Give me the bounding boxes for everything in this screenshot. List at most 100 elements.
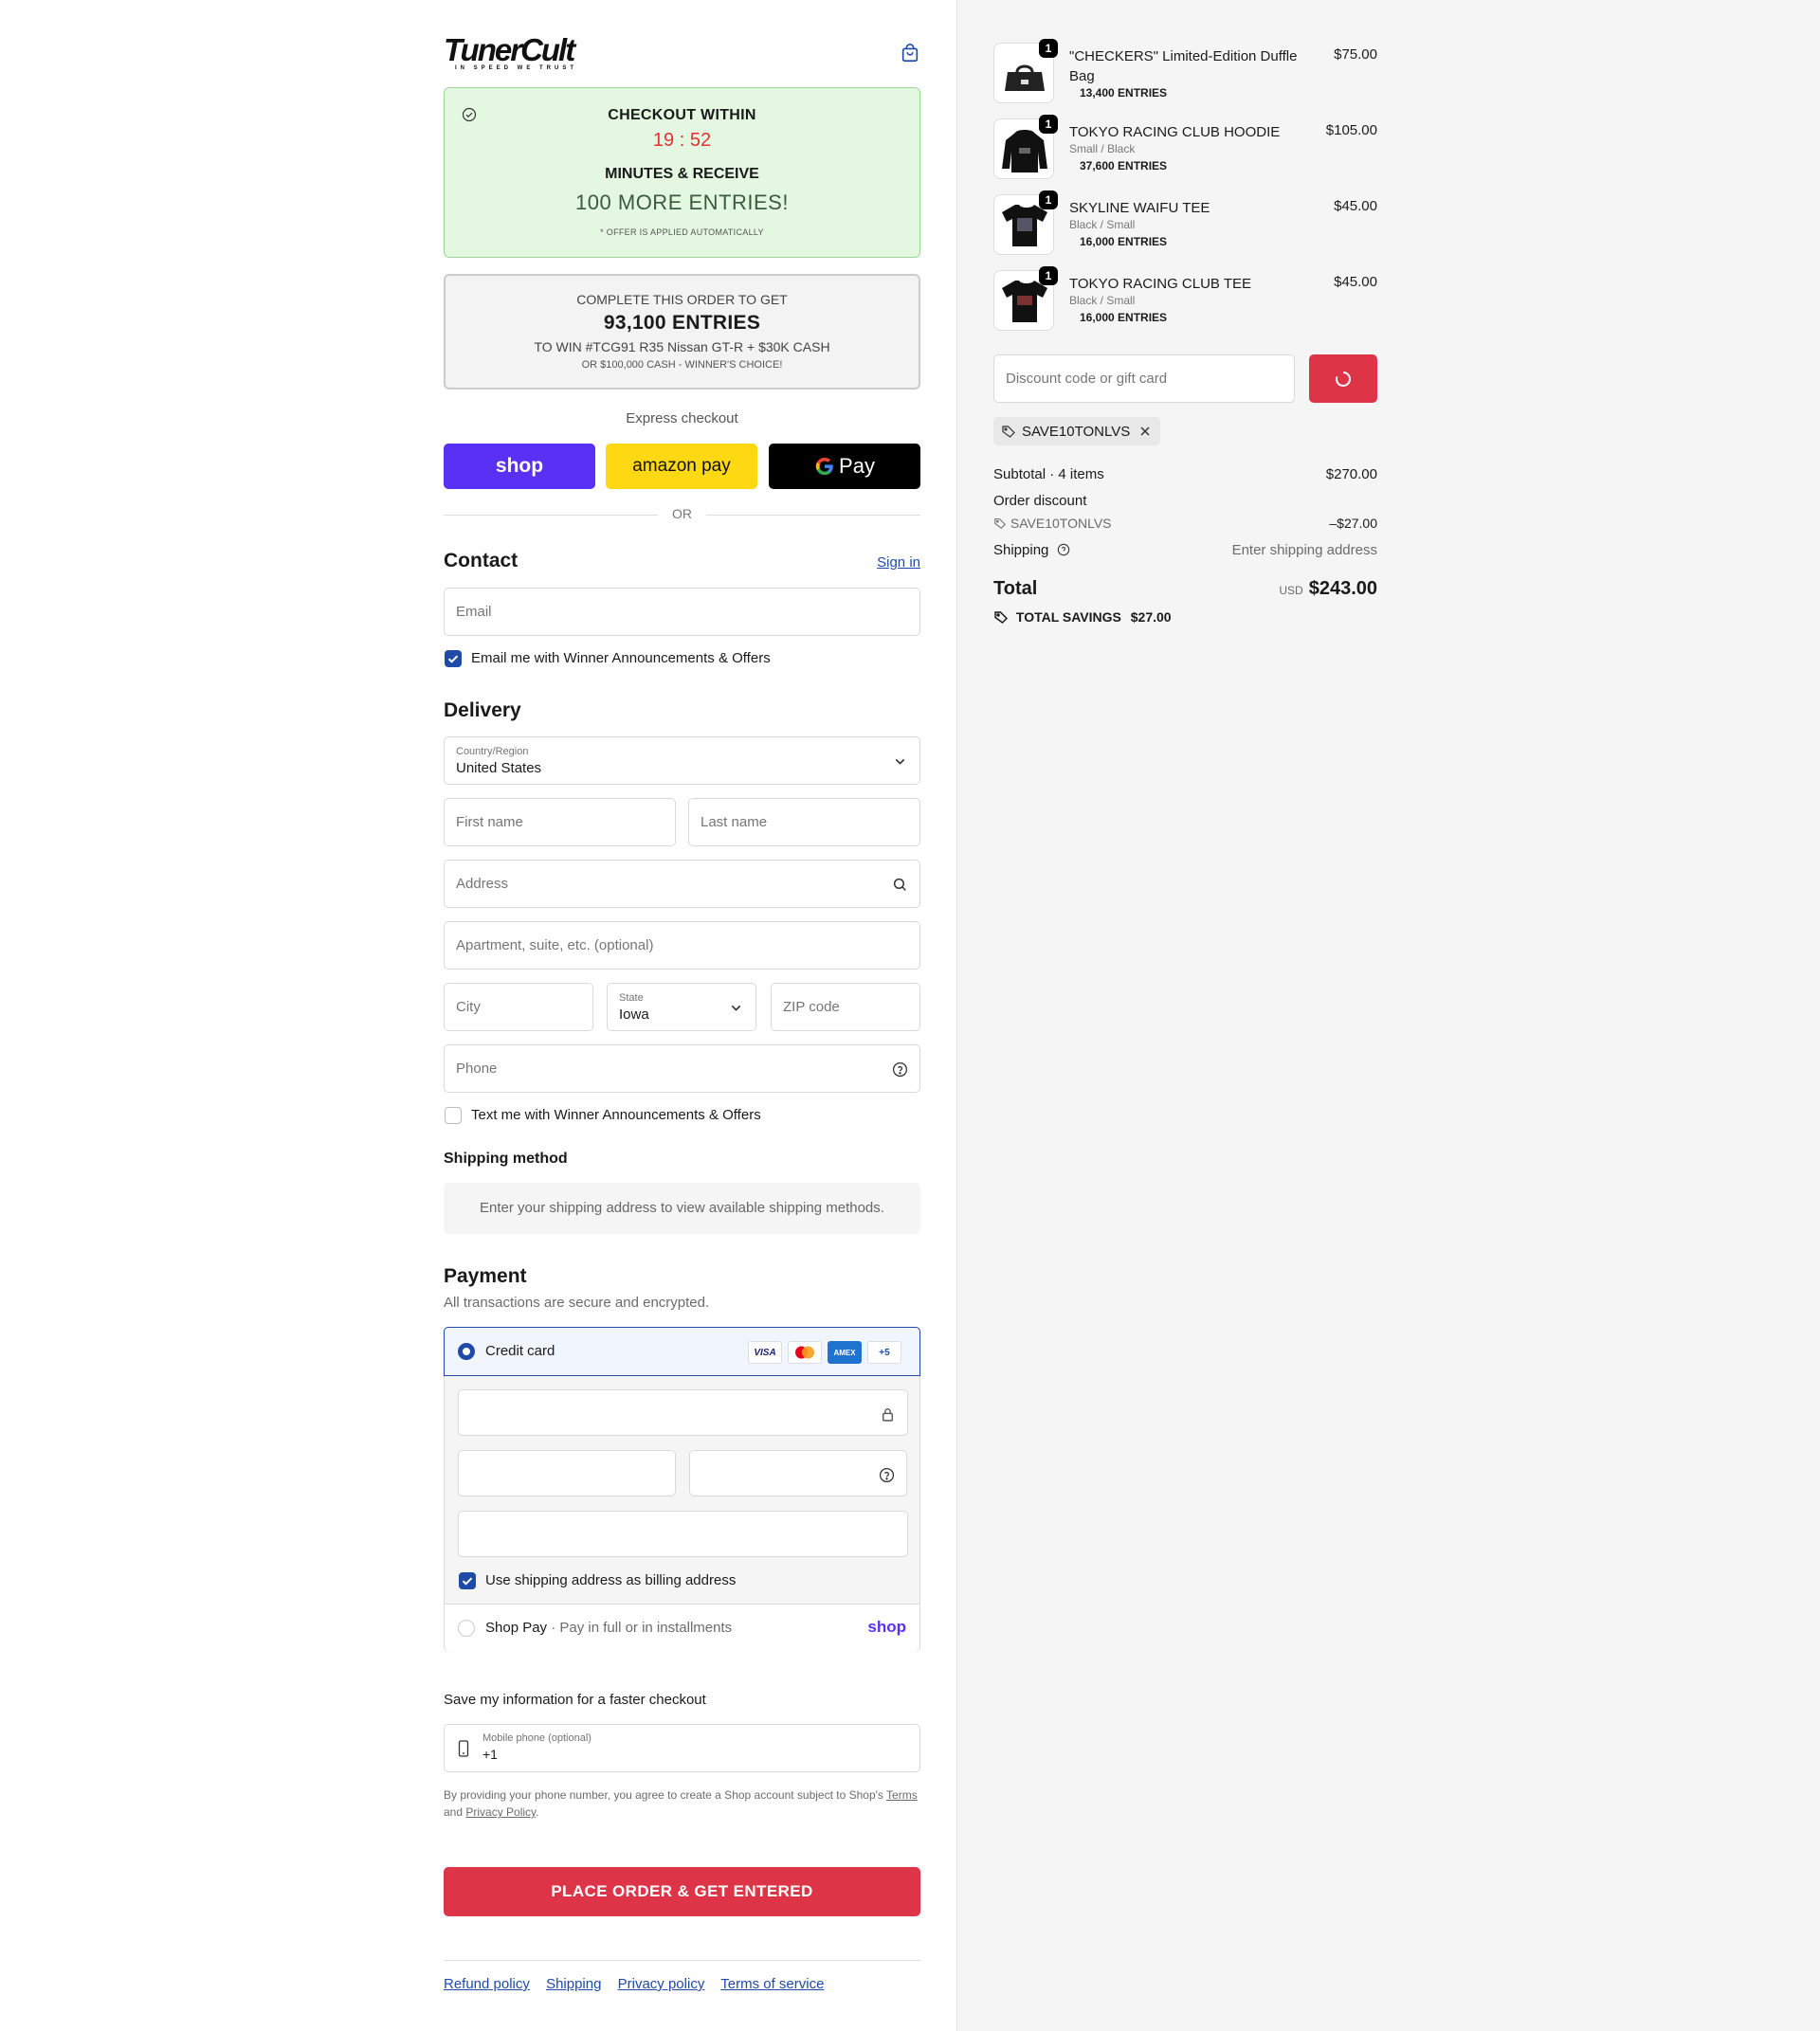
total-label: Total [993,578,1038,599]
item-variant: Black / Small [1069,218,1136,231]
checkout-timer-promo: CHECKOUT WITHIN 19 : 52 MINUTES & RECEIV… [444,87,920,258]
phone-input[interactable] [445,1045,919,1092]
email-field[interactable] [444,588,920,636]
shop-privacy-link[interactable]: Privacy Policy [465,1805,536,1819]
amazon-pay-label: amazon pay [632,456,731,476]
item-name: TOKYO RACING CLUB HOODIE [1069,124,1281,140]
item-entries: 13,400 ENTRIES [1080,86,1168,100]
shop-pay-label: shop [495,455,544,477]
shipping-policy-link[interactable]: Shipping [546,1976,601,1992]
order-discount-row: Order discount [993,493,1377,509]
address-field[interactable] [444,860,920,908]
privacy-policy-link[interactable]: Privacy policy [618,1976,705,1992]
item-variant: Black / Small [1069,294,1136,307]
google-pay-button[interactable]: Pay [769,444,920,489]
help-circle-icon[interactable] [879,1467,895,1483]
cart-item: 1 TOKYO RACING CLUB TEE Black / Small 16… [993,266,1377,336]
card-expiry-field[interactable] [458,1450,676,1496]
brand-logo[interactable]: TunerCult IN SPEED WE TRUST [444,34,605,71]
amex-icon: AMEX [828,1341,862,1364]
payment-heading: Payment [444,1265,527,1287]
checkmark-icon [447,655,459,663]
address-input[interactable] [445,861,919,907]
name-on-card-field[interactable] [458,1511,908,1557]
city-input[interactable] [445,984,592,1030]
item-name: "CHECKERS" Limited-Edition Duffle Bag [1069,48,1298,84]
sms-optin-checkbox[interactable] [445,1107,462,1124]
shipping-method-info: Enter your shipping address to view avai… [444,1183,920,1234]
shipping-row: Shipping Enter shipping address [993,542,1377,558]
save-info-heading: Save my information for a faster checkou… [444,1692,706,1708]
refund-policy-link[interactable]: Refund policy [444,1976,530,1992]
subtotal-label: Subtotal · 4 items [993,466,1104,482]
card-number-field[interactable] [458,1389,908,1436]
shop-pay-logo: shop [867,1618,906,1636]
total-savings-row: TOTAL SAVINGS $27.00 [993,609,1377,625]
state-label: State [619,992,644,1004]
city-field[interactable] [444,983,593,1031]
amex-label: AMEX [833,1348,856,1357]
terms-of-service-link[interactable]: Terms of service [720,1976,824,1992]
more-cards-label: +5 [879,1347,890,1358]
apartment-field[interactable] [444,921,920,970]
email-optin-checkbox[interactable] [445,650,462,667]
country-label: Country/Region [456,746,529,757]
legal-and: and [444,1805,464,1819]
payment-subtitle: All transactions are secure and encrypte… [444,1295,710,1311]
email-optin-label: Email me with Winner Announcements & Off… [471,650,771,666]
item-price: $45.00 [1334,274,1377,290]
billing-same-checkbox[interactable] [459,1572,476,1589]
discount-code-input[interactable] [994,355,1294,402]
chevron-down-icon [895,758,905,765]
apartment-input[interactable] [445,922,919,969]
email-input[interactable] [445,589,919,635]
close-icon[interactable] [1139,426,1151,437]
sign-in-link[interactable]: Sign in [877,554,920,571]
shipping-method-heading: Shipping method [444,1151,568,1167]
shop-legal-text: By providing your phone number, you agre… [444,1786,920,1821]
amazon-pay-button[interactable]: amazon pay [606,444,757,489]
shopping-bag-icon[interactable] [900,43,920,63]
help-circle-icon[interactable] [892,1061,908,1078]
last-name-field[interactable] [688,798,920,846]
shop-pay-button[interactable]: shop [444,444,595,489]
entries-summary-box: COMPLETE THIS ORDER TO GET 93,100 ENTRIE… [444,274,920,390]
shop-pay-option[interactable]: Shop Pay · Pay in full or in installment… [445,1604,919,1652]
credit-card-radio[interactable] [458,1343,475,1360]
mobile-phone-icon [458,1740,469,1757]
last-name-input[interactable] [689,799,919,845]
discount-code-row: SAVE10TONLVS –$27.00 [993,516,1377,531]
payment-options: Credit card VISA AMEX +5 Use shipping ad… [444,1327,920,1652]
loading-spinner-icon [1336,371,1351,387]
chevron-down-icon [731,1005,741,1011]
state-select[interactable]: State Iowa [607,983,756,1031]
promo-note: * OFFER IS APPLIED AUTOMATICALLY [600,227,764,237]
discount-code-field[interactable] [993,354,1295,403]
total-savings-value: $27.00 [1130,609,1172,625]
zip-field[interactable] [771,983,920,1031]
help-circle-icon[interactable] [1057,543,1070,556]
express-checkout-label: Express checkout [626,410,738,426]
place-order-button[interactable]: PLACE ORDER & GET ENTERED [444,1867,920,1916]
cart-item: 1 "CHECKERS" Limited-Edition Duffle Bag … [993,39,1377,109]
credit-card-option[interactable]: Credit card VISA AMEX +5 [444,1327,920,1376]
tag-icon [1002,426,1015,438]
total-amount: USD $243.00 [1279,578,1377,600]
item-price: $75.00 [1334,46,1377,63]
shop-terms-link[interactable]: Terms [886,1788,918,1802]
entries-count: 93,100 ENTRIES [603,312,761,334]
mobile-phone-field[interactable]: Mobile phone (optional) +1 [444,1724,920,1772]
country-select[interactable]: Country/Region United States [444,736,920,785]
shop-pay-radio[interactable] [458,1620,475,1637]
shipping-value: Enter shipping address [1231,542,1377,558]
credit-card-label: Credit card [485,1343,555,1359]
promo-line2: MINUTES & RECEIVE [605,166,759,182]
order-discount-label: Order discount [993,493,1087,509]
item-name: SKYLINE WAIFU TEE [1069,200,1210,216]
phone-field[interactable] [444,1044,920,1093]
apply-discount-button[interactable] [1309,354,1377,403]
first-name-input[interactable] [445,799,675,845]
card-security-code-field[interactable] [689,1450,907,1496]
first-name-field[interactable] [444,798,676,846]
zip-input[interactable] [772,984,919,1030]
